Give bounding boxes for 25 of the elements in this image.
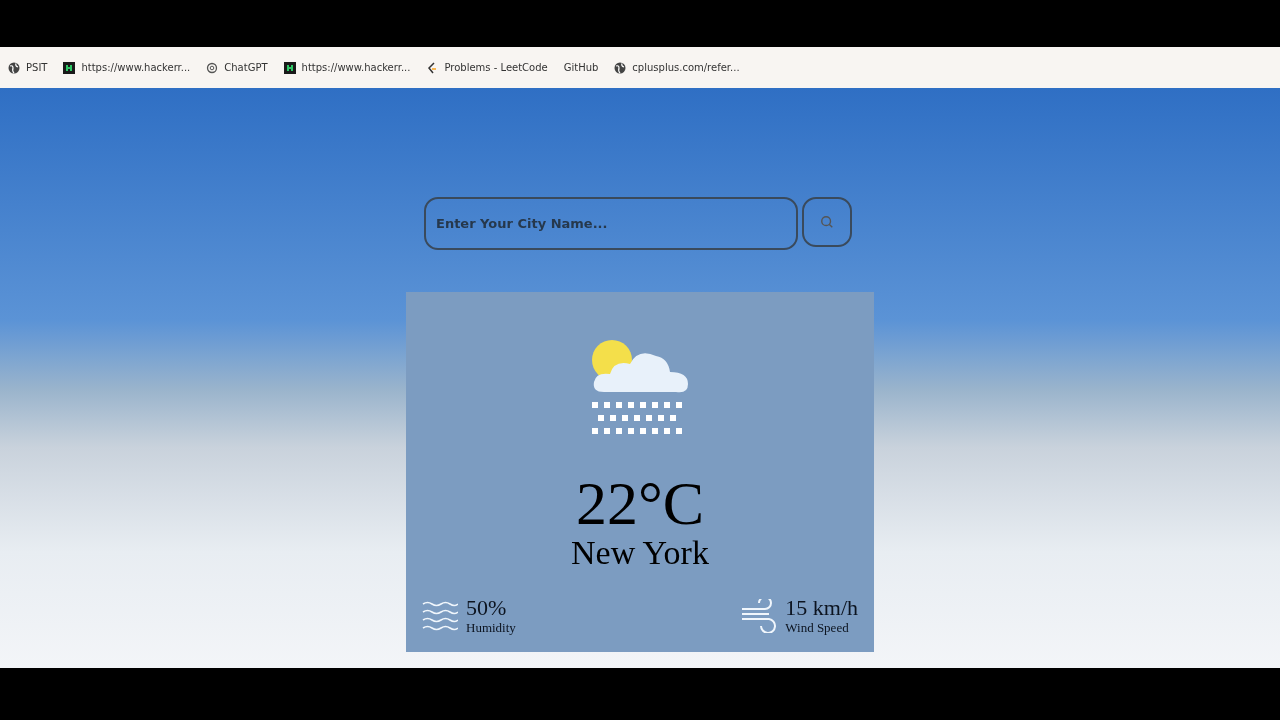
bookmark-link[interactable]: PSIT	[8, 61, 48, 74]
bookmark-link[interactable]: cplusplus.com/refer...	[614, 61, 740, 74]
globe-icon	[614, 61, 627, 74]
square-logo-icon	[283, 61, 296, 74]
bookmark-link[interactable]: https://www.hackerr...	[63, 61, 191, 74]
snow-cloud-icon	[590, 340, 690, 436]
city-name: New York	[571, 536, 709, 570]
bookmark-link[interactable]: Problems - LeetCode	[426, 61, 548, 74]
square-logo-icon	[63, 61, 76, 74]
wind-speed-value: 15 km/h	[785, 596, 858, 621]
bookmark-link[interactable]: GitHub	[563, 62, 599, 73]
bookmark-link[interactable]: ChatGPT	[206, 61, 268, 74]
globe-icon	[8, 61, 20, 74]
wind-speed-label: Wind Speed	[785, 620, 850, 637]
bracket-logo-icon	[426, 61, 439, 74]
waves-icon	[422, 601, 458, 632]
wind-icon	[741, 599, 778, 634]
humidity-value: 50%	[466, 596, 508, 621]
humidity-label: Humidity	[466, 620, 516, 637]
search-field[interactable]: Enter Your City Name...	[424, 197, 798, 250]
bookmark-link[interactable]: https://www.hackerr...	[283, 61, 411, 74]
search-button[interactable]	[802, 197, 852, 247]
search-icon	[820, 215, 834, 229]
temperature: 22°C	[575, 472, 705, 534]
flower-logo-icon	[206, 61, 219, 74]
